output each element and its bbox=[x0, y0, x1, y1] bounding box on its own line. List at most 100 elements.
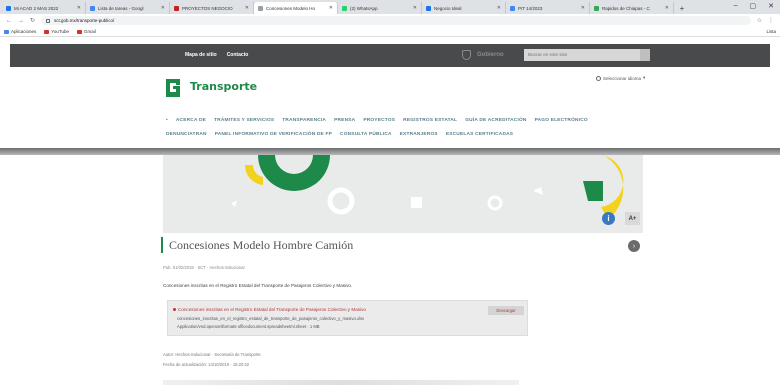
forward-icon[interactable]: → bbox=[18, 18, 24, 24]
gov-top-bar: Mapa de sitio Contacto Gobierno Buscar e… bbox=[10, 44, 770, 67]
attachment-box: Concesiones inscritas en el Registro Est… bbox=[167, 300, 528, 336]
contact-link[interactable]: Contacto bbox=[227, 52, 249, 58]
minimize-icon[interactable]: – bbox=[734, 2, 738, 10]
google-translate-icon bbox=[596, 75, 601, 81]
tab-close-icon[interactable]: ✕ bbox=[161, 5, 165, 11]
address-bar: ← → ↻ sct.gob.mx/transporte-publico/ ☆ ⋮ bbox=[0, 14, 780, 27]
tab-label: Rapidos de Chiapas - C bbox=[602, 5, 650, 11]
tab-favicon-icon bbox=[342, 5, 347, 11]
main-navigation: • ACERCA DE TRÁMITES Y SERVICIOS TRANSPAREN… bbox=[10, 109, 770, 147]
attachment-filetype: Application/vnd.openxmlformats-officedoc… bbox=[177, 324, 320, 329]
tab-close-icon[interactable]: ✕ bbox=[245, 5, 249, 11]
bookmark-item[interactable]: YouTube bbox=[44, 29, 69, 34]
gov-links: Mapa de sitio Contacto bbox=[185, 52, 248, 58]
tab-label: Negocio Ideal bbox=[434, 5, 462, 11]
nav-item[interactable]: PROYECTOS bbox=[363, 118, 395, 123]
gov-logo[interactable]: Gobierno bbox=[462, 50, 504, 60]
browser-tab[interactable]: PIT 14/2023 ✕ bbox=[506, 2, 590, 14]
download-button[interactable]: Descargar bbox=[488, 306, 524, 315]
attachment-title-text: Concesiones inscritas en el Registro Est… bbox=[178, 307, 366, 312]
bookmarks-bar: Aplicaciones YouTube Gmail Lista bbox=[0, 27, 780, 37]
nav-item[interactable]: DENUNCIATRAN bbox=[166, 132, 207, 137]
browser-tab[interactable]: Mi ACAD 2 MAS 2022 ✕ bbox=[2, 2, 86, 14]
tab-label: Lista de tareas - Googl bbox=[98, 5, 144, 11]
accessibility-icon[interactable]: i bbox=[602, 212, 615, 225]
bookmark-item[interactable]: Aplicaciones bbox=[4, 29, 36, 34]
chevron-down-icon: ▾ bbox=[643, 75, 646, 80]
nav-item[interactable]: PAGO ELECTRÓNICO bbox=[535, 118, 588, 123]
nav-row-1: • ACERCA DE TRÁMITES Y SERVICIOS TRANSPAREN… bbox=[166, 118, 588, 123]
nav-item[interactable]: TRANSPARENCIA bbox=[282, 118, 326, 123]
reload-icon[interactable]: ↻ bbox=[30, 17, 35, 24]
menu-dots-icon[interactable]: ⋮ bbox=[768, 17, 774, 24]
updated-date: Fecha de actualización: 14/10/2019 · 15:… bbox=[163, 362, 250, 367]
language-selector[interactable]: Seleccionar idioma ▾ bbox=[596, 75, 645, 81]
banner-graphic bbox=[163, 155, 643, 233]
nav-item[interactable]: PRENSA bbox=[334, 118, 355, 123]
attachment-filename: concesiones_inscritas_en_el_registro_est… bbox=[177, 316, 365, 321]
author-line: Autor: Hechos-Solucionar · Secretaría de… bbox=[163, 352, 261, 357]
new-tab-icon[interactable]: + bbox=[676, 2, 688, 14]
chevron-right-icon[interactable]: › bbox=[628, 240, 640, 252]
bookmark-label: Aplicaciones bbox=[11, 29, 37, 34]
language-label: Seleccionar idioma bbox=[603, 75, 642, 81]
site-map-link[interactable]: Mapa de sitio bbox=[185, 52, 217, 58]
tab-label: PROYECTOS NEGOCIO bbox=[182, 5, 233, 11]
bullet-icon bbox=[173, 308, 176, 311]
hero-banner bbox=[163, 155, 643, 233]
bookmark-favicon-icon bbox=[4, 29, 9, 34]
url-text: sct.gob.mx/transporte-publico/ bbox=[54, 18, 115, 23]
nav-bullet-icon: • bbox=[166, 118, 168, 123]
browser-tab[interactable]: Negocio Ideal ✕ bbox=[422, 2, 506, 14]
bookmarks-reading-list[interactable]: Lista bbox=[766, 29, 776, 34]
tab-label: (2) WhatsApp bbox=[350, 5, 378, 11]
bookmark-favicon-icon bbox=[44, 29, 50, 34]
bookmark-star-icon[interactable]: ☆ bbox=[757, 17, 762, 24]
maximize-icon[interactable]: ▢ bbox=[750, 2, 757, 10]
browser-tab-strip: Mi ACAD 2 MAS 2022 ✕ Lista de tareas - Goo… bbox=[0, 0, 780, 14]
bookmark-label: Gmail bbox=[83, 29, 96, 34]
browser-tab[interactable]: Concesiones Modelo Ho ✕ bbox=[254, 2, 338, 14]
transporte-logo-icon[interactable] bbox=[163, 77, 183, 99]
browser-tab[interactable]: Rapidos de Chiapas - C ✕ bbox=[590, 2, 674, 14]
attachment-title[interactable]: Concesiones inscritas en el Registro Est… bbox=[173, 307, 366, 312]
nav-item[interactable]: PANEL INFORMATIVO DE VERIFICACIÓN DE FP bbox=[215, 132, 332, 137]
nav-item[interactable]: GUÍA DE ACREDITACIÓN bbox=[465, 118, 526, 123]
nav-item[interactable]: REGISTROS ESTATAL bbox=[403, 118, 457, 123]
tab-label: Concesiones Modelo Ho bbox=[266, 5, 316, 11]
nav-item[interactable]: CONSULTA PÚBLICA bbox=[340, 132, 392, 137]
nav-row-2: DENUNCIATRAN PANEL INFORMATIVO DE VERIFIC… bbox=[166, 132, 513, 137]
browser-tab[interactable]: (2) WhatsApp ✕ bbox=[338, 2, 422, 14]
page-description: Concesiones inscritas en el Registro Est… bbox=[163, 283, 353, 288]
tab-favicon-icon bbox=[426, 5, 431, 11]
tab-close-icon[interactable]: ✕ bbox=[497, 5, 501, 11]
font-size-button[interactable]: A+ bbox=[625, 212, 640, 225]
browser-tab[interactable]: PROYECTOS NEGOCIO ✕ bbox=[170, 2, 254, 14]
bottom-banner bbox=[163, 380, 519, 385]
url-field[interactable]: sct.gob.mx/transporte-publico/ bbox=[41, 16, 751, 25]
page-title: Concesiones Modelo Hombre Camión bbox=[161, 237, 353, 253]
tab-close-icon[interactable]: ✕ bbox=[77, 5, 81, 11]
site-logo-text[interactable]: Transporte bbox=[190, 80, 257, 93]
tab-close-icon[interactable]: ✕ bbox=[665, 5, 669, 11]
bookmark-favicon-icon bbox=[76, 29, 82, 34]
gov-logo-text: Gobierno bbox=[477, 52, 504, 58]
back-icon[interactable]: ← bbox=[6, 18, 12, 24]
nav-item[interactable]: ACERCA DE bbox=[176, 118, 206, 123]
shield-icon bbox=[462, 50, 471, 60]
tab-close-icon[interactable]: ✕ bbox=[413, 5, 417, 11]
browser-tab[interactable]: Lista de tareas - Googl ✕ bbox=[86, 2, 170, 14]
tab-favicon-icon bbox=[594, 5, 599, 11]
window-controls: – ▢ ✕ bbox=[734, 2, 774, 10]
nav-item[interactable]: TRÁMITES Y SERVICIOS bbox=[214, 118, 274, 123]
bookmark-label: YouTube bbox=[51, 29, 69, 34]
close-window-icon[interactable]: ✕ bbox=[768, 2, 774, 10]
tab-label: PIT 14/2023 bbox=[518, 5, 543, 11]
bookmark-item[interactable]: Gmail bbox=[76, 29, 96, 34]
gov-search-input[interactable]: Buscar en este sitio bbox=[524, 49, 650, 61]
tab-close-icon[interactable]: ✕ bbox=[581, 5, 585, 11]
nav-item[interactable]: ESCUELAS CERTIFICADAS bbox=[446, 132, 513, 137]
nav-item[interactable]: EXTRANJEROS bbox=[400, 132, 438, 137]
lock-icon bbox=[46, 18, 51, 23]
tab-close-icon[interactable]: ✕ bbox=[329, 5, 333, 11]
